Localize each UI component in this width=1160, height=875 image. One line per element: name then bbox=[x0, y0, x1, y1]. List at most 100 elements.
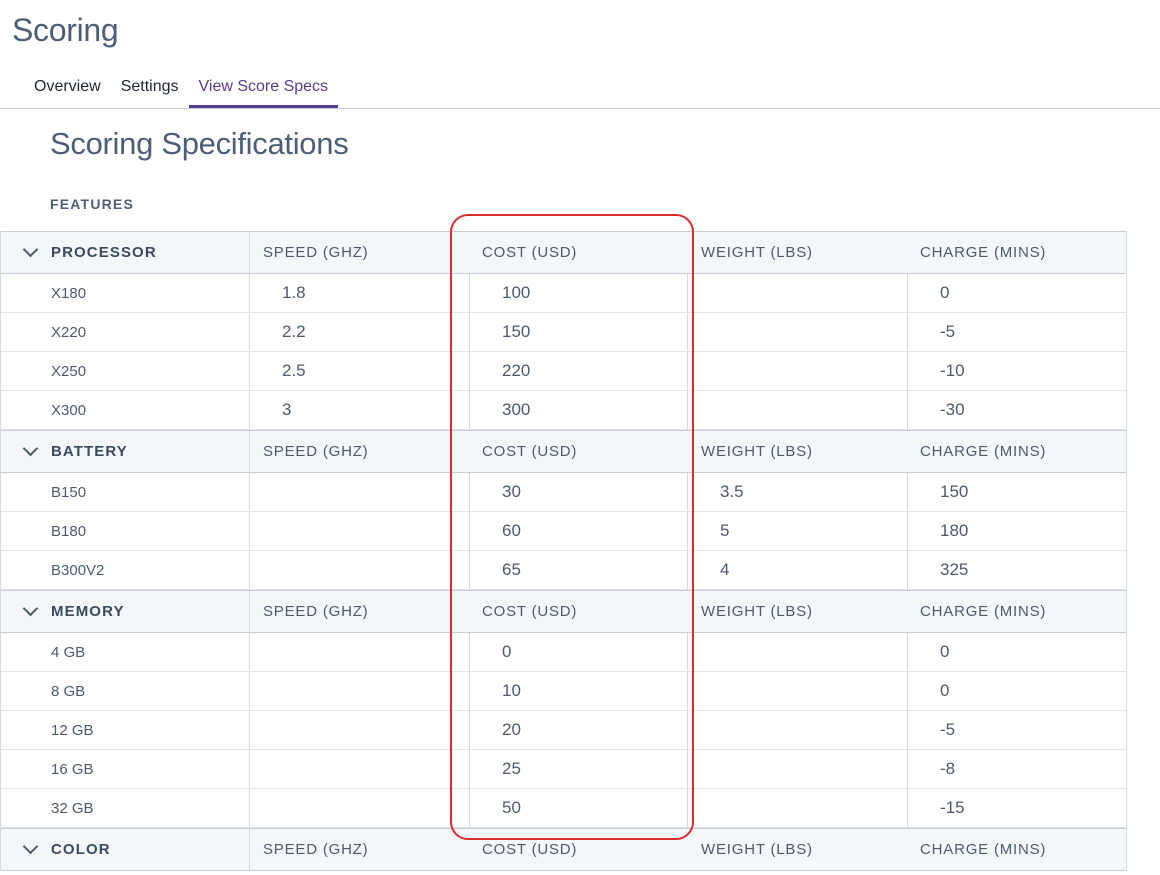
charge-cell: 0 bbox=[907, 672, 1124, 710]
cost-cell: 65 bbox=[469, 551, 688, 589]
cost-cell: 60 bbox=[469, 512, 688, 550]
speed-cell bbox=[250, 750, 469, 788]
weight-cell bbox=[688, 711, 907, 749]
group-name-cell: BATTERY bbox=[1, 431, 250, 472]
item-name: 32 GB bbox=[51, 799, 94, 817]
speed-cell bbox=[250, 789, 469, 827]
cost-value: 10 bbox=[502, 681, 521, 700]
charge-value: -10 bbox=[940, 361, 965, 380]
cost-cell: 50 bbox=[469, 789, 688, 827]
column-header: WEIGHT (LBS) bbox=[701, 603, 813, 620]
column-header: WEIGHT (LBS) bbox=[701, 443, 813, 460]
chevron-down-icon[interactable] bbox=[22, 440, 39, 457]
weight-value: 3.5 bbox=[720, 482, 744, 501]
weight-cell bbox=[688, 750, 907, 788]
app-title: Scoring bbox=[12, 12, 119, 48]
item-name: X180 bbox=[51, 284, 87, 302]
cost-cell: 0 bbox=[469, 633, 688, 671]
speed-cell: 2.5 bbox=[250, 352, 469, 390]
cost-cell: 100 bbox=[469, 274, 688, 312]
column-header: WEIGHT (LBS) bbox=[701, 841, 813, 858]
chevron-down-icon[interactable] bbox=[22, 838, 39, 855]
column-header-cell: COST (USD) bbox=[469, 232, 688, 273]
cost-cell: 30 bbox=[469, 473, 688, 511]
scoring-spec-table: PROCESSOR SPEED (GHZ) COST (USD) WEIGHT (LB… bbox=[0, 231, 1127, 871]
item-name-cell: 4 GB bbox=[1, 633, 250, 671]
item-name-cell: X250 bbox=[1, 352, 250, 390]
charge-cell: 0 bbox=[907, 633, 1124, 671]
cost-cell: 150 bbox=[469, 313, 688, 351]
table-row: 8 GB 10 0 bbox=[1, 672, 1126, 711]
item-name-cell: B180 bbox=[1, 512, 250, 550]
speed-cell bbox=[250, 473, 469, 511]
column-header: COST (USD) bbox=[482, 841, 578, 858]
weight-value: 5 bbox=[720, 521, 730, 540]
tab-settings[interactable]: Settings bbox=[111, 70, 189, 108]
page-title: Scoring Specifications bbox=[50, 126, 349, 161]
charge-value: -5 bbox=[940, 322, 956, 341]
group-name: COLOR bbox=[51, 841, 111, 858]
speed-value: 2.5 bbox=[282, 361, 306, 380]
column-header-cell: SPEED (GHZ) bbox=[250, 591, 469, 632]
item-name: X250 bbox=[51, 362, 87, 380]
weight-cell: 5 bbox=[688, 512, 907, 550]
column-header: COST (USD) bbox=[482, 443, 578, 460]
tab-view-score-specs[interactable]: View Score Specs bbox=[188, 70, 339, 108]
chevron-down-icon[interactable] bbox=[22, 241, 39, 258]
item-name: 4 GB bbox=[51, 643, 86, 661]
cost-value: 65 bbox=[502, 560, 521, 579]
item-name-cell: 12 GB bbox=[1, 711, 250, 749]
speed-cell bbox=[250, 672, 469, 710]
table-row: X220 2.2 150 -5 bbox=[1, 313, 1126, 352]
item-name: 8 GB bbox=[51, 682, 86, 700]
cost-value: 100 bbox=[502, 283, 531, 302]
group-header-row: MEMORY SPEED (GHZ) COST (USD) WEIGHT (LBS) C… bbox=[1, 590, 1126, 633]
table-row: 32 GB 50 -15 bbox=[1, 789, 1126, 828]
charge-value: 325 bbox=[940, 560, 969, 579]
item-name-cell: 16 GB bbox=[1, 750, 250, 788]
charge-value: -30 bbox=[940, 400, 965, 419]
item-name-cell: B150 bbox=[1, 473, 250, 511]
table-row: 16 GB 25 -8 bbox=[1, 750, 1126, 789]
group-header-row: BATTERY SPEED (GHZ) COST (USD) WEIGHT (LBS)… bbox=[1, 430, 1126, 473]
column-header: SPEED (GHZ) bbox=[263, 443, 369, 460]
weight-cell: 3.5 bbox=[688, 473, 907, 511]
group-name-cell: PROCESSOR bbox=[1, 232, 250, 273]
tabs-divider bbox=[0, 108, 1160, 109]
charge-cell: -15 bbox=[907, 789, 1124, 827]
chevron-down-icon[interactable] bbox=[22, 600, 39, 617]
charge-value: -15 bbox=[940, 798, 965, 817]
table-row: X250 2.5 220 -10 bbox=[1, 352, 1126, 391]
column-header-cell: WEIGHT (LBS) bbox=[688, 829, 907, 870]
charge-cell: -10 bbox=[907, 352, 1124, 390]
charge-value: 0 bbox=[940, 283, 950, 302]
speed-cell: 3 bbox=[250, 391, 469, 429]
column-header: CHARGE (MINS) bbox=[920, 603, 1047, 620]
tab-overview[interactable]: Overview bbox=[24, 70, 111, 108]
group-header-row: PROCESSOR SPEED (GHZ) COST (USD) WEIGHT (LB… bbox=[1, 231, 1126, 274]
column-header-cell: CHARGE (MINS) bbox=[907, 232, 1124, 273]
weight-cell bbox=[688, 633, 907, 671]
cost-value: 50 bbox=[502, 798, 521, 817]
column-header: SPEED (GHZ) bbox=[263, 603, 369, 620]
weight-cell bbox=[688, 274, 907, 312]
charge-cell: -30 bbox=[907, 391, 1124, 429]
speed-cell bbox=[250, 551, 469, 589]
charge-cell: -5 bbox=[907, 711, 1124, 749]
cost-value: 0 bbox=[502, 642, 512, 661]
speed-value: 3 bbox=[282, 400, 292, 419]
cost-value: 30 bbox=[502, 482, 521, 501]
features-label: FEATURES bbox=[50, 196, 135, 212]
item-name-cell: B300V2 bbox=[1, 551, 250, 589]
column-header-cell: CHARGE (MINS) bbox=[907, 829, 1124, 870]
column-header-cell: SPEED (GHZ) bbox=[250, 829, 469, 870]
column-header-cell: COST (USD) bbox=[469, 591, 688, 632]
column-header-cell: SPEED (GHZ) bbox=[250, 232, 469, 273]
group-name-cell: COLOR bbox=[1, 829, 250, 870]
weight-cell bbox=[688, 672, 907, 710]
column-header-cell: WEIGHT (LBS) bbox=[688, 591, 907, 632]
item-name-cell: X220 bbox=[1, 313, 250, 351]
speed-cell: 2.2 bbox=[250, 313, 469, 351]
item-name: X220 bbox=[51, 323, 87, 341]
group-name: BATTERY bbox=[51, 443, 128, 460]
